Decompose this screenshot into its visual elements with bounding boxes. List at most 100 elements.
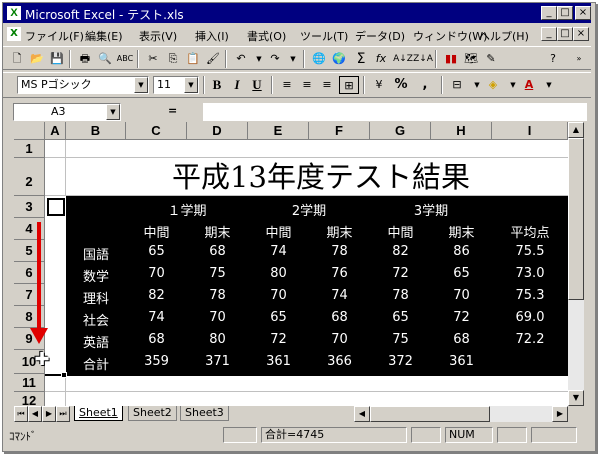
align-left-icon[interactable]: ≡ <box>277 76 297 94</box>
row-header-3[interactable]: 3 <box>14 196 45 218</box>
score-cell[interactable]: 70 <box>431 288 492 303</box>
fill-color-icon[interactable]: ◈ <box>483 76 503 94</box>
score-cell[interactable]: 65 <box>431 266 492 281</box>
score-cell[interactable]: 72 <box>431 310 492 325</box>
col-header-c[interactable]: C <box>126 122 187 140</box>
menu-edit[interactable]: 編集(E) <box>85 28 123 44</box>
open-folder-icon[interactable]: 📂 <box>27 50 47 68</box>
menu-format[interactable]: 書式(O) <box>247 28 286 44</box>
menu-help[interactable]: ヘルプ(H) <box>479 28 529 44</box>
col-header-i[interactable]: I <box>492 122 568 140</box>
hyperlink-icon[interactable]: 🌐 <box>309 50 329 68</box>
redo-icon[interactable]: ↷ <box>265 50 285 68</box>
col-header-d[interactable]: D <box>187 122 248 140</box>
score-cell[interactable]: 75.5 <box>492 244 568 259</box>
term-header[interactable]: １学期 <box>126 200 248 219</box>
score-cell[interactable]: 72 <box>370 266 431 281</box>
comma-button[interactable]: , <box>415 76 435 94</box>
subject-cell[interactable]: 国語 <box>66 244 126 263</box>
row-header-11[interactable]: 11 <box>14 374 45 392</box>
font-color-dropdown-icon[interactable]: ▼ <box>539 76 559 94</box>
score-cell[interactable]: 69.0 <box>492 310 568 325</box>
undo-icon[interactable]: ↶ <box>231 50 251 68</box>
scroll-down-icon[interactable]: ▼ <box>568 390 584 406</box>
redo-dropdown-icon[interactable]: ▼ <box>283 50 303 68</box>
doc-restore-button[interactable]: □ <box>557 27 573 41</box>
subheader-cell[interactable]: 中間 <box>248 222 309 241</box>
score-cell[interactable]: 86 <box>431 244 492 259</box>
subheader-cell[interactable]: 中間 <box>370 222 431 241</box>
underline-button[interactable]: U <box>247 76 267 94</box>
score-cell[interactable]: 78 <box>370 288 431 303</box>
row-header-1[interactable]: 1 <box>14 140 45 158</box>
percent-button[interactable]: % <box>391 76 411 94</box>
score-cell[interactable]: 74 <box>309 288 370 303</box>
scroll-thumb[interactable] <box>568 138 584 300</box>
toolbar-more-icon[interactable]: » <box>569 50 589 68</box>
prev-sheet-icon[interactable]: ◀ <box>28 406 42 422</box>
print-icon[interactable]: 🖶 <box>75 50 95 68</box>
merge-center-icon[interactable]: ⊞ <box>339 76 359 94</box>
font-name-combo[interactable]: MS Pゴシック ▼ <box>17 76 149 94</box>
score-cell[interactable]: 65 <box>126 244 187 259</box>
menu-view[interactable]: 表示(V) <box>139 28 177 44</box>
maximize-button[interactable]: □ <box>557 6 573 20</box>
function-icon[interactable]: fx <box>371 50 391 68</box>
worksheet-grid[interactable]: A B C D E F G H I 1 2 3 4 5 6 7 8 9 10 1… <box>14 122 568 406</box>
name-box[interactable]: A3 ▼ <box>13 103 121 121</box>
scroll-left-icon[interactable]: ◀ <box>354 406 370 422</box>
bold-button[interactable]: B <box>207 76 227 94</box>
horizontal-scrollbar[interactable]: ◀ ▶ <box>354 406 568 422</box>
active-cell-a3[interactable] <box>47 198 65 216</box>
term-header[interactable]: 2学期 <box>248 200 370 219</box>
align-center-icon[interactable]: ≡ <box>297 76 317 94</box>
scroll-right-icon[interactable]: ▶ <box>552 406 568 422</box>
chevron-down-icon[interactable]: ▼ <box>106 104 120 120</box>
sort-ascending-icon[interactable]: A↓Z <box>393 50 413 68</box>
col-header-e[interactable]: E <box>248 122 309 140</box>
doc-minimize-button[interactable]: _ <box>541 27 557 41</box>
last-sheet-icon[interactable]: ⏭ <box>56 406 70 422</box>
subheader-cell[interactable]: 中間 <box>126 222 187 241</box>
new-file-icon[interactable]: 🗋 <box>7 50 27 68</box>
score-cell[interactable]: 68 <box>126 332 187 347</box>
col-header-b[interactable]: B <box>66 122 126 140</box>
subject-cell[interactable]: 社会 <box>66 310 126 329</box>
score-cell[interactable]: 75 <box>187 266 248 281</box>
tab-sheet1[interactable]: Sheet1 <box>74 406 123 421</box>
vertical-scrollbar[interactable]: ▲ ▼ <box>568 122 584 406</box>
score-cell[interactable]: 80 <box>248 266 309 281</box>
subheader-cell[interactable]: 期末 <box>187 222 248 241</box>
copy-icon[interactable]: ⎘ <box>163 50 183 68</box>
score-cell[interactable]: 70 <box>126 266 187 281</box>
score-cell[interactable]: 366 <box>309 354 370 369</box>
fill-handle[interactable] <box>61 372 67 378</box>
subheader-cell[interactable]: 期末 <box>431 222 492 241</box>
col-header-a[interactable]: A <box>45 122 66 140</box>
menu-file[interactable]: ファイル(F) <box>25 28 84 44</box>
drawing-icon[interactable]: ✎ <box>481 50 501 68</box>
score-cell[interactable]: 72 <box>248 332 309 347</box>
sheet-title[interactable]: 平成13年度テスト結果 <box>74 160 568 194</box>
map-icon[interactable]: 🗺 <box>461 50 481 68</box>
score-cell[interactable]: 68 <box>187 244 248 259</box>
close-button[interactable]: × <box>575 6 591 20</box>
menu-tools[interactable]: ツール(T) <box>300 28 348 44</box>
score-cell[interactable]: 68 <box>431 332 492 347</box>
subheader-cell[interactable]: 期末 <box>309 222 370 241</box>
score-cell[interactable]: 65 <box>248 310 309 325</box>
minimize-button[interactable]: _ <box>541 6 557 20</box>
score-cell[interactable]: 70 <box>187 310 248 325</box>
save-icon[interactable]: 💾 <box>47 50 67 68</box>
subject-cell[interactable]: 理科 <box>66 288 126 307</box>
col-header-f[interactable]: F <box>309 122 370 140</box>
currency-icon[interactable]: ¥ <box>369 76 389 94</box>
chart-wizard-icon[interactable]: ▮▮ <box>441 50 461 68</box>
subheader-cell[interactable]: 平均点 <box>492 222 568 241</box>
score-cell[interactable]: 371 <box>187 354 248 369</box>
format-painter-icon[interactable]: 🖌 <box>203 50 223 68</box>
row-header-12[interactable]: 12 <box>14 392 45 406</box>
menu-data[interactable]: データ(D) <box>355 28 405 44</box>
col-header-h[interactable]: H <box>431 122 492 140</box>
scroll-up-icon[interactable]: ▲ <box>568 122 584 138</box>
